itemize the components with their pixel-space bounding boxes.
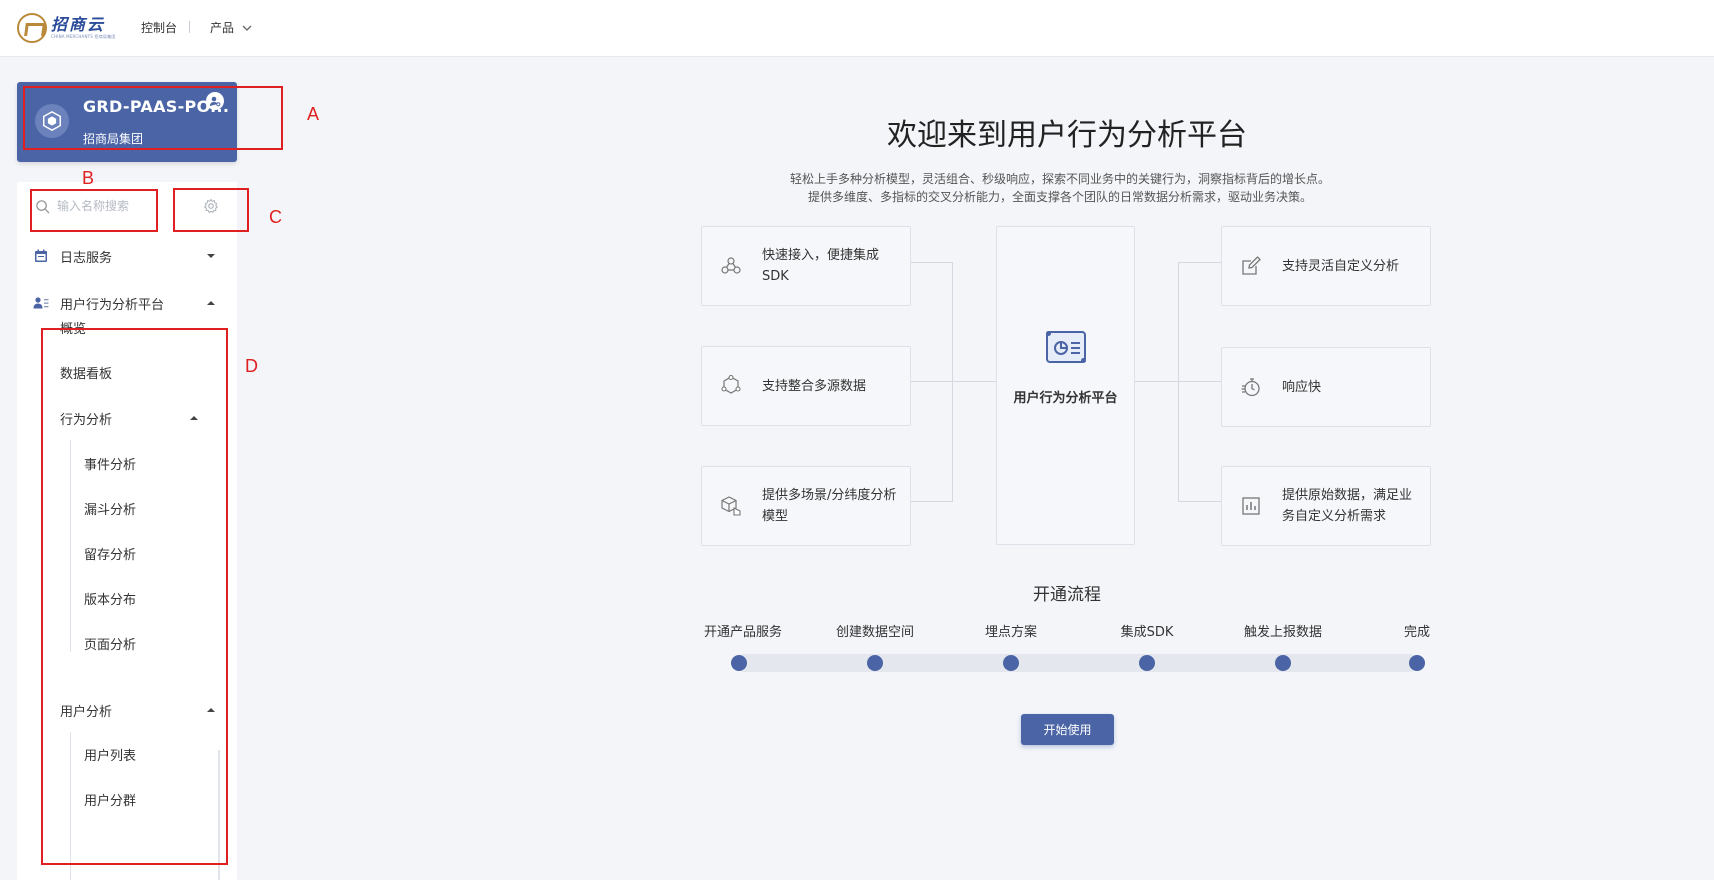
description-line-2: 提供多维度、多指标的交叉分析能力，全面支撑各个团队的日常数据分析需求，驱动业务决… <box>807 190 1312 204</box>
step-label: 开通产品服务 <box>703 625 783 640</box>
menu-item-label: 日志服务 <box>60 251 113 266</box>
page-title: 欢迎来到用户行为分析平台 <box>887 118 1247 153</box>
annotation-label-b: B <box>82 168 95 188</box>
step-label: 埋点方案 <box>984 625 1038 640</box>
nav-products-dropdown[interactable]: 产品 <box>210 19 252 36</box>
connector-line <box>952 262 953 502</box>
annotation-box-b <box>30 189 158 232</box>
step-dot <box>1003 655 1019 671</box>
chevron-down-icon <box>242 25 252 31</box>
logo-subtext: CHINA MERCHANTS 招商局集团 <box>51 34 116 39</box>
annotation-box-c <box>173 188 249 232</box>
step-dot <box>731 655 747 671</box>
feature-text: 提供多场景/分纬度分析模型 <box>762 488 897 524</box>
caret-up-icon <box>207 301 215 305</box>
edit-icon <box>1242 256 1261 275</box>
nav-divider <box>189 21 190 33</box>
feature-card-fast-response: 响应快 <box>1221 347 1431 427</box>
feature-text: 支持整合多源数据 <box>762 378 867 394</box>
feature-text: 响应快 <box>1282 379 1322 395</box>
platform-center-label: 用户行为分析平台 <box>1013 391 1118 406</box>
logo-text: 招商云 <box>51 15 106 34</box>
step-label: 创建数据空间 <box>835 625 915 640</box>
platform-center-card: 用户行为分析平台 <box>996 226 1135 545</box>
bar-chart-icon <box>1242 497 1260 515</box>
connector-line <box>1178 262 1221 263</box>
feature-card-sdk: 快速接入，便捷集成SDK <box>701 226 911 306</box>
feature-card-raw-data: 提供原始数据，满足业务自定义分析需求 <box>1221 466 1431 546</box>
analytics-dashboard-icon <box>1046 331 1086 363</box>
connector-line <box>911 262 953 263</box>
logo-mark-icon <box>17 13 47 43</box>
step-label: 完成 <box>1403 625 1431 640</box>
step-dot <box>1139 655 1155 671</box>
nav-products-label: 产品 <box>210 21 235 35</box>
description-line-1: 轻松上手多种分析模型，灵活组合、秒级响应，探索不同业务中的关键行为，洞察指标背后… <box>789 172 1330 186</box>
annotation-label-c: C <box>269 207 282 227</box>
user-list-icon <box>33 297 49 309</box>
sdk-icon <box>721 257 741 274</box>
feature-text: 快速接入，便捷集成SDK <box>762 248 880 284</box>
multi-source-icon <box>721 375 741 394</box>
menu-item-user-behavior-platform[interactable]: 用户行为分析平台 <box>17 288 237 318</box>
connector-line <box>911 381 997 382</box>
feature-card-models: 提供多场景/分纬度分析模型 <box>701 466 911 546</box>
logo[interactable]: 招商云 CHINA MERCHANTS 招商局集团 <box>17 13 116 43</box>
step-dot <box>1409 655 1425 671</box>
step-label: 触发上报数据 <box>1243 625 1323 640</box>
step-dot <box>867 655 883 671</box>
cube-model-icon <box>721 496 741 516</box>
connector-line <box>911 501 953 502</box>
progress-track <box>736 654 1418 672</box>
connector-line <box>1178 262 1179 502</box>
feature-text: 提供原始数据，满足业务自定义分析需求 <box>1282 488 1413 524</box>
feature-card-custom-analysis: 支持灵活自定义分析 <box>1221 226 1431 306</box>
menu-item-label: 用户行为分析平台 <box>60 298 165 313</box>
stopwatch-icon <box>1241 378 1260 397</box>
top-bar: 招商云 CHINA MERCHANTS 招商局集团 控制台 产品 <box>0 0 1714 57</box>
feature-card-multi-source: 支持整合多源数据 <box>701 346 911 426</box>
flow-title: 开通流程 <box>1033 585 1101 605</box>
feature-text: 支持灵活自定义分析 <box>1282 258 1400 274</box>
menu-item-log-service[interactable]: 日志服务 <box>17 241 237 271</box>
step-label: 集成SDK <box>1120 625 1174 640</box>
connector-line <box>1178 501 1221 502</box>
start-using-button[interactable]: 开始使用 <box>1021 714 1114 745</box>
nav-console-link[interactable]: 控制台 <box>141 19 177 36</box>
calendar-icon <box>35 249 47 262</box>
step-dot <box>1275 655 1291 671</box>
annotation-label-d: D <box>245 356 258 376</box>
caret-down-icon <box>207 254 215 258</box>
